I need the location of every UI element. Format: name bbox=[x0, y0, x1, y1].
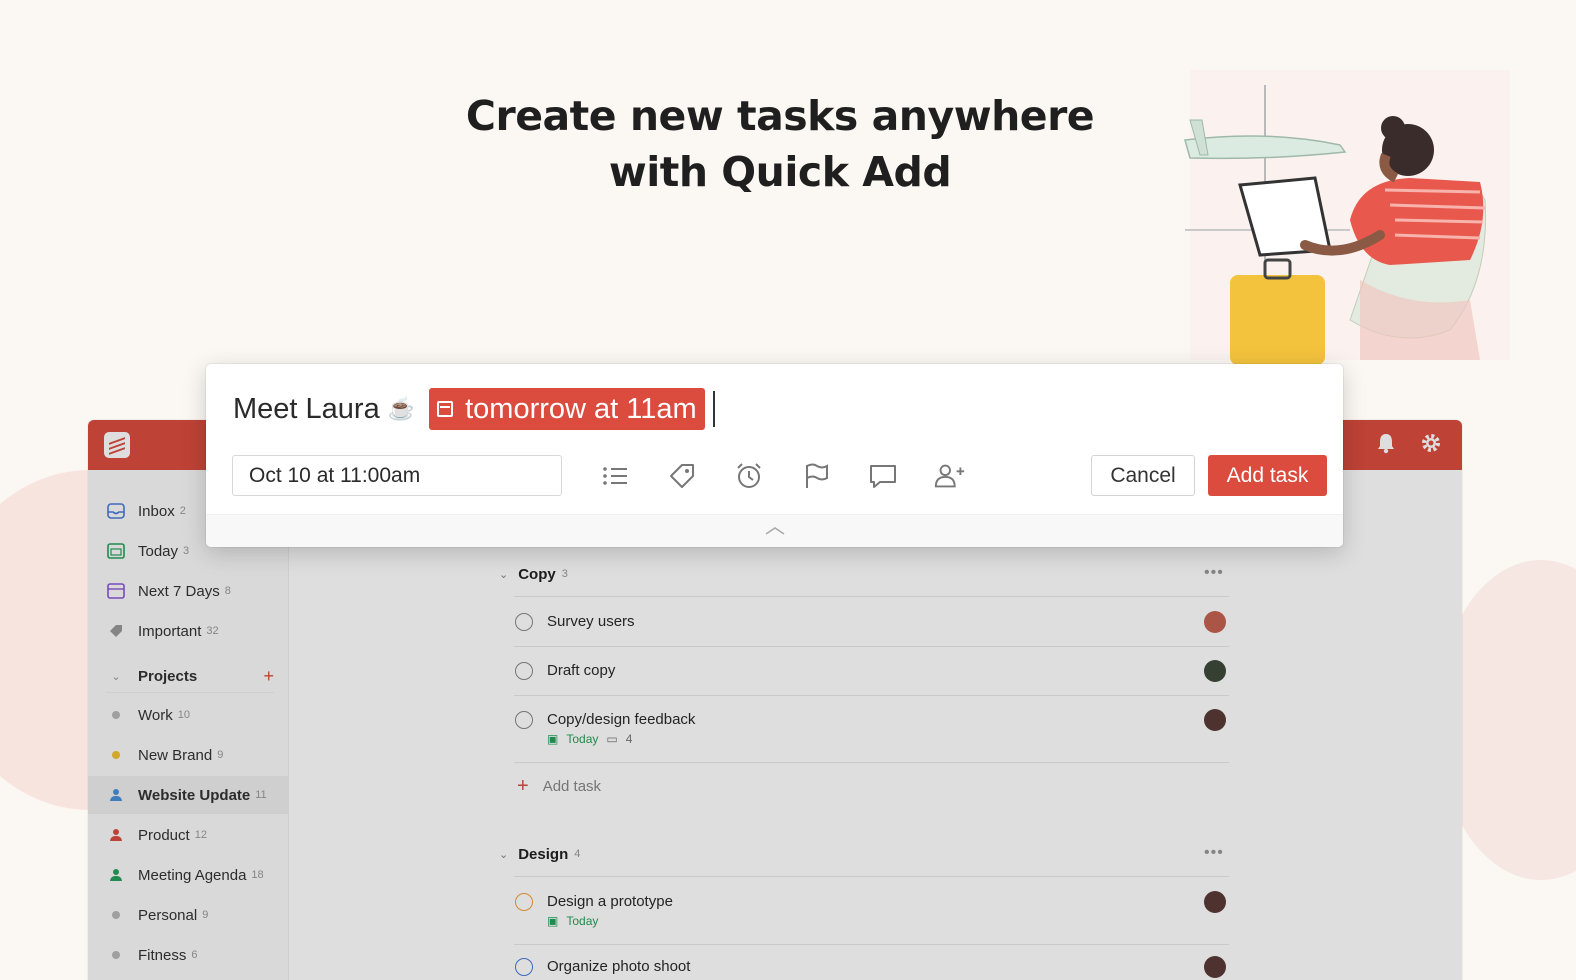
add-person-icon[interactable] bbox=[933, 459, 967, 493]
text-cursor bbox=[712, 391, 715, 427]
calendar-icon bbox=[437, 401, 454, 417]
flag-icon[interactable] bbox=[799, 459, 833, 493]
coffee-emoji: ☕ bbox=[387, 396, 416, 421]
alarm-icon[interactable] bbox=[732, 459, 766, 493]
label-icon[interactable] bbox=[665, 459, 699, 493]
expand-options-bar[interactable] bbox=[206, 514, 1343, 547]
due-date-field[interactable]: Oct 10 at 11:00am bbox=[232, 455, 562, 496]
cancel-button[interactable]: Cancel bbox=[1091, 455, 1195, 496]
date-highlight-chip: tomorrow at 11am bbox=[429, 388, 705, 430]
comment-icon[interactable] bbox=[866, 459, 900, 493]
task-name-input[interactable]: Meet Laura ☕ tomorrow at 11am bbox=[233, 388, 715, 430]
add-task-button[interactable]: Add task bbox=[1208, 455, 1327, 496]
date-chip-text: tomorrow at 11am bbox=[465, 392, 697, 425]
quick-add-dialog: Meet Laura ☕ tomorrow at 11am Oct 10 at … bbox=[206, 364, 1343, 547]
task-name-text: Meet Laura bbox=[233, 392, 380, 425]
list-icon[interactable] bbox=[598, 459, 632, 493]
travel-illustration bbox=[1184, 70, 1510, 365]
chevron-up-icon bbox=[765, 527, 784, 535]
due-date-value: Oct 10 at 11:00am bbox=[249, 463, 421, 487]
